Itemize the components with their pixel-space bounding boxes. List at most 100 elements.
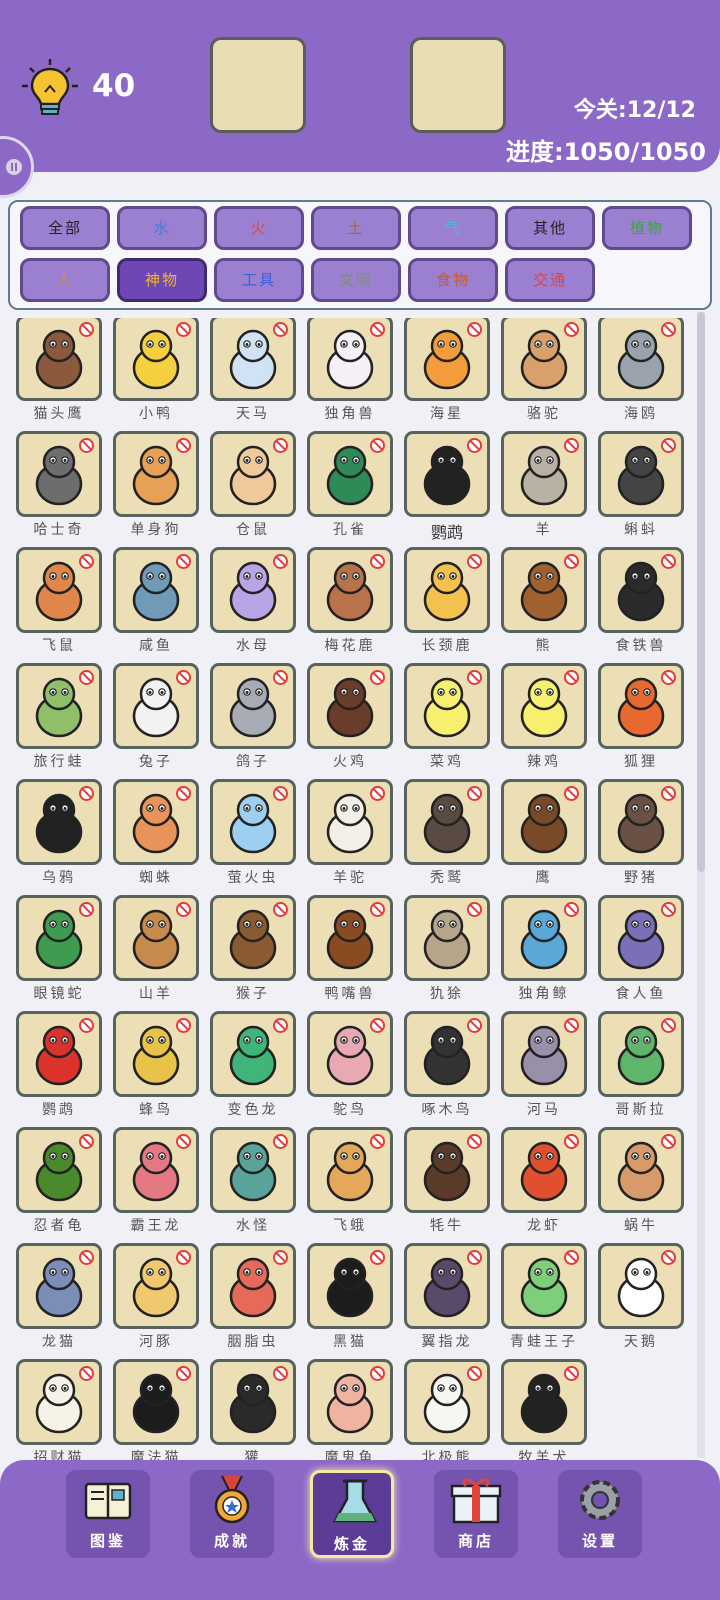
element-card[interactable]: 羊驼 bbox=[307, 779, 393, 889]
element-card[interactable]: 蝌蚪 bbox=[598, 431, 684, 541]
element-card[interactable]: 青蛙王子 bbox=[501, 1243, 587, 1353]
element-card[interactable]: 獾 bbox=[210, 1359, 296, 1460]
element-tile[interactable] bbox=[210, 1127, 296, 1213]
filter-0[interactable]: 全部 bbox=[20, 206, 110, 250]
element-card[interactable]: 天马 bbox=[210, 318, 296, 425]
element-tile[interactable] bbox=[501, 547, 587, 633]
element-tile[interactable] bbox=[307, 1243, 393, 1329]
element-card[interactable]: 飞鼠 bbox=[16, 547, 102, 657]
filter-2[interactable]: 火 bbox=[214, 206, 304, 250]
element-tile[interactable] bbox=[210, 663, 296, 749]
element-tile[interactable] bbox=[113, 895, 199, 981]
element-card[interactable]: 龙虾 bbox=[501, 1127, 587, 1237]
element-tile[interactable] bbox=[404, 1011, 490, 1097]
element-tile[interactable] bbox=[598, 895, 684, 981]
element-card[interactable]: 蜂鸟 bbox=[113, 1011, 199, 1121]
filter-6[interactable]: 植物 bbox=[602, 206, 692, 250]
element-tile[interactable] bbox=[501, 1011, 587, 1097]
element-card[interactable]: 蜘蛛 bbox=[113, 779, 199, 889]
element-tile[interactable] bbox=[501, 779, 587, 865]
element-tile[interactable] bbox=[16, 547, 102, 633]
element-tile[interactable] bbox=[307, 663, 393, 749]
element-card[interactable]: 霸王龙 bbox=[113, 1127, 199, 1237]
element-tile[interactable] bbox=[113, 1127, 199, 1213]
element-card[interactable]: 兔子 bbox=[113, 663, 199, 773]
element-card[interactable]: 乌鸦 bbox=[16, 779, 102, 889]
element-card[interactable]: 山羊 bbox=[113, 895, 199, 1005]
element-card[interactable]: 火鸡 bbox=[307, 663, 393, 773]
element-card[interactable]: 鸽子 bbox=[210, 663, 296, 773]
nav-gift-button[interactable]: 商店 bbox=[434, 1470, 518, 1558]
element-card[interactable]: 魔法猫 bbox=[113, 1359, 199, 1460]
element-card[interactable]: 河马 bbox=[501, 1011, 587, 1121]
element-tile[interactable] bbox=[598, 1243, 684, 1329]
element-tile[interactable] bbox=[113, 318, 199, 401]
element-card[interactable]: 水母 bbox=[210, 547, 296, 657]
element-tile[interactable] bbox=[404, 1127, 490, 1213]
element-card[interactable]: 胭脂虫 bbox=[210, 1243, 296, 1353]
element-tile[interactable] bbox=[307, 1127, 393, 1213]
element-card[interactable]: 忍者龟 bbox=[16, 1127, 102, 1237]
element-card[interactable]: 海鸥 bbox=[598, 318, 684, 425]
element-tile[interactable] bbox=[598, 779, 684, 865]
element-tile[interactable] bbox=[598, 318, 684, 401]
element-tile[interactable] bbox=[307, 431, 393, 517]
element-tile[interactable] bbox=[501, 431, 587, 517]
element-card[interactable]: 魔鬼鱼 bbox=[307, 1359, 393, 1460]
scrollbar-thumb[interactable] bbox=[697, 312, 705, 872]
element-card[interactable]: 猫头鹰 bbox=[16, 318, 102, 425]
filter-12[interactable]: 交通 bbox=[505, 258, 595, 302]
element-card[interactable]: 咸鱼 bbox=[113, 547, 199, 657]
element-card[interactable]: 牦牛 bbox=[404, 1127, 490, 1237]
element-card[interactable]: 眼镜蛇 bbox=[16, 895, 102, 1005]
element-tile[interactable] bbox=[404, 431, 490, 517]
element-card[interactable]: 旅行蛙 bbox=[16, 663, 102, 773]
element-tile[interactable] bbox=[113, 547, 199, 633]
element-card[interactable]: 猴子 bbox=[210, 895, 296, 1005]
element-tile[interactable] bbox=[501, 1243, 587, 1329]
element-card[interactable]: 哥斯拉 bbox=[598, 1011, 684, 1121]
element-tile[interactable] bbox=[501, 1127, 587, 1213]
element-card[interactable]: 飞蛾 bbox=[307, 1127, 393, 1237]
element-tile[interactable] bbox=[16, 431, 102, 517]
element-tile[interactable] bbox=[501, 663, 587, 749]
element-card[interactable]: 独角兽 bbox=[307, 318, 393, 425]
filter-5[interactable]: 其他 bbox=[505, 206, 595, 250]
element-card[interactable]: 熊 bbox=[501, 547, 587, 657]
element-tile[interactable] bbox=[501, 1359, 587, 1445]
element-tile[interactable] bbox=[307, 1359, 393, 1445]
element-card[interactable]: 秃鹫 bbox=[404, 779, 490, 889]
element-tile[interactable] bbox=[210, 1011, 296, 1097]
element-tile[interactable] bbox=[16, 663, 102, 749]
element-card[interactable]: 鸭嘴兽 bbox=[307, 895, 393, 1005]
element-tile[interactable] bbox=[113, 431, 199, 517]
element-tile[interactable] bbox=[113, 1359, 199, 1445]
element-tile[interactable] bbox=[16, 1243, 102, 1329]
element-tile[interactable] bbox=[404, 663, 490, 749]
element-tile[interactable] bbox=[210, 1359, 296, 1445]
element-card[interactable]: 孔雀 bbox=[307, 431, 393, 541]
filter-9[interactable]: 工具 bbox=[214, 258, 304, 302]
merge-slot-left[interactable] bbox=[210, 37, 306, 133]
nav-medal-button[interactable]: 成就 bbox=[190, 1470, 274, 1558]
element-tile[interactable] bbox=[16, 318, 102, 401]
filter-7[interactable]: 人 bbox=[20, 258, 110, 302]
element-tile[interactable] bbox=[113, 663, 199, 749]
element-card[interactable]: 鸵鸟 bbox=[307, 1011, 393, 1121]
element-tile[interactable] bbox=[16, 895, 102, 981]
element-tile[interactable] bbox=[404, 1359, 490, 1445]
element-card[interactable]: 萤火虫 bbox=[210, 779, 296, 889]
element-card[interactable]: 鹦鹉 bbox=[404, 431, 490, 542]
element-tile[interactable] bbox=[16, 1011, 102, 1097]
element-card[interactable]: 独角鲸 bbox=[501, 895, 587, 1005]
element-tile[interactable] bbox=[404, 1243, 490, 1329]
element-card[interactable]: 仓鼠 bbox=[210, 431, 296, 541]
element-card[interactable]: 骆驼 bbox=[501, 318, 587, 425]
element-tile[interactable] bbox=[210, 547, 296, 633]
filter-4[interactable]: 气 bbox=[408, 206, 498, 250]
element-card[interactable]: 天鹅 bbox=[598, 1243, 684, 1353]
element-tile[interactable] bbox=[113, 779, 199, 865]
filter-1[interactable]: 水 bbox=[117, 206, 207, 250]
element-card[interactable]: 羊 bbox=[501, 431, 587, 541]
element-card[interactable]: 食铁兽 bbox=[598, 547, 684, 657]
